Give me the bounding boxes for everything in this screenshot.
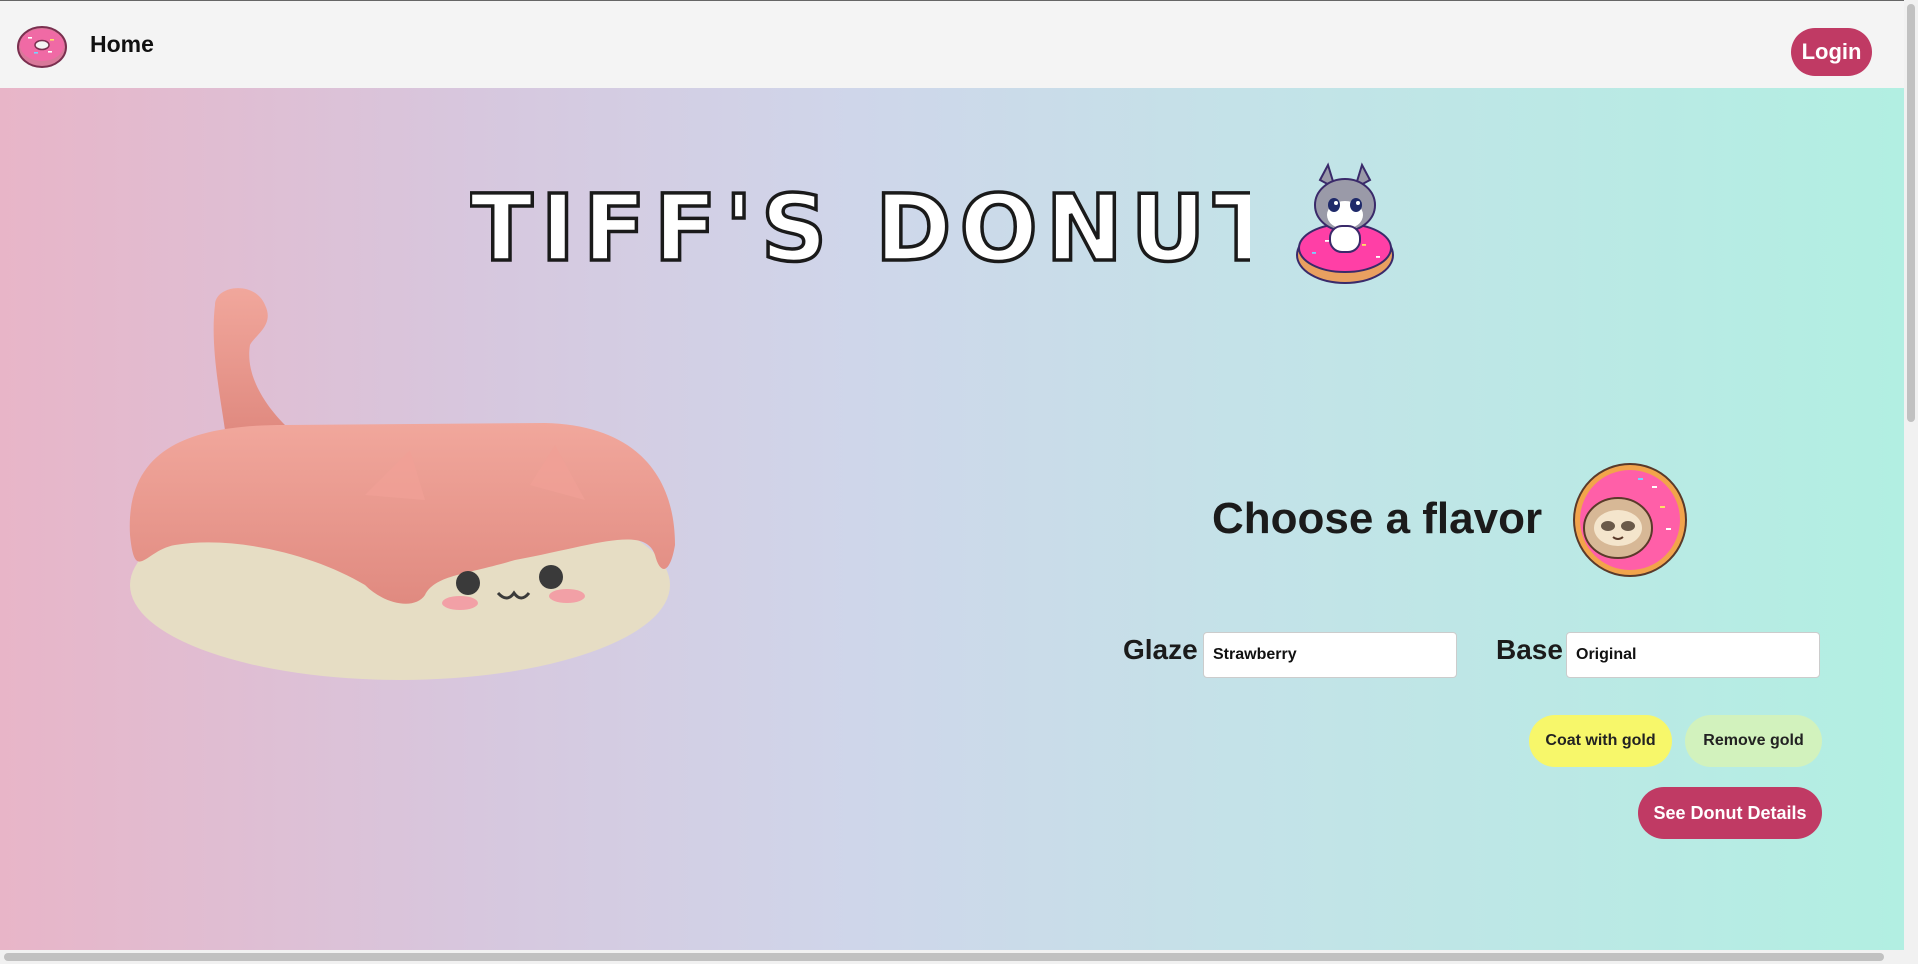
see-donut-details-button[interactable]: See Donut Details [1638,787,1822,839]
remove-gold-button[interactable]: Remove gold [1685,715,1822,767]
horizontal-scrollbar[interactable] [0,950,1904,964]
top-nav-bar: Home Login [0,0,1904,88]
glaze-input[interactable] [1203,632,1457,678]
cat-donut-icon [1290,160,1400,295]
page-title-text: TIFF'S DONUTS [470,178,1250,278]
login-button[interactable]: Login [1791,28,1872,76]
base-input[interactable] [1566,632,1820,678]
horizontal-scrollbar-thumb[interactable] [4,953,1884,961]
coat-gold-button[interactable]: Coat with gold [1529,715,1672,767]
vertical-scrollbar-thumb[interactable] [1907,4,1915,422]
page-title: TIFF'S DONUTS [470,178,1250,278]
donut-logo-icon[interactable] [16,21,68,69]
home-link[interactable]: Home [90,31,154,58]
choose-flavor-heading: Choose a flavor [1212,494,1543,543]
donut-preview-image [115,285,685,700]
vertical-scrollbar[interactable] [1904,0,1918,964]
base-label: Base [1496,634,1563,665]
glaze-label: Glaze [1123,634,1198,665]
sloth-donut-icon [1568,458,1692,587]
